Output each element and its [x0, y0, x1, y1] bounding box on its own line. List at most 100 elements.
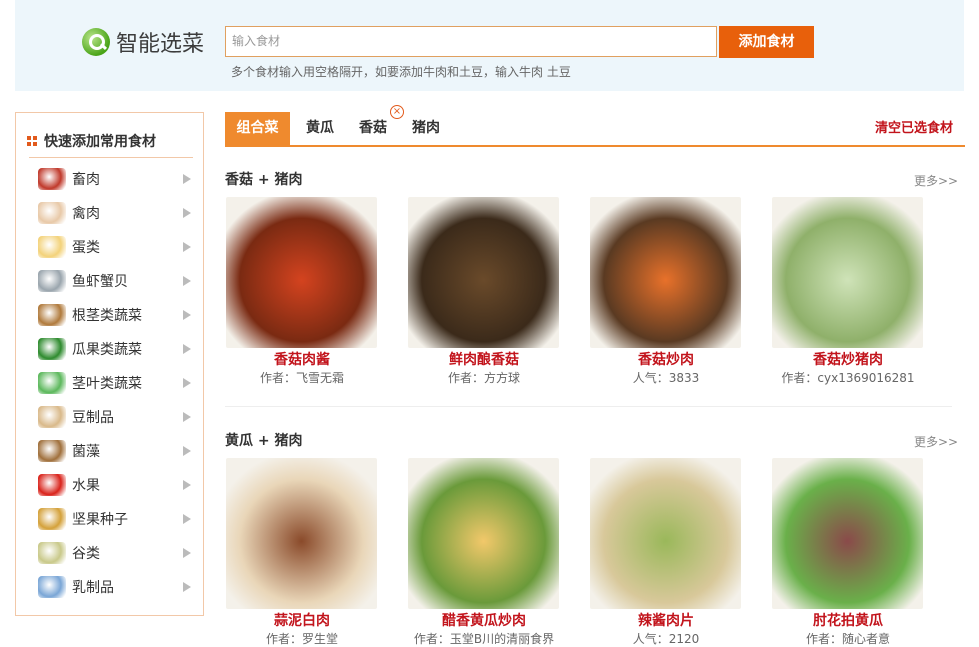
apple-icon: [38, 474, 66, 496]
more-link[interactable]: 更多>>: [914, 172, 958, 189]
sidebar-item[interactable]: 畜肉: [38, 165, 193, 193]
sidebar-item[interactable]: 蛋类: [38, 233, 193, 261]
recipe-card[interactable]: 香菇炒肉 人气：3833: [590, 197, 742, 386]
sidebar-item[interactable]: 豆制品: [38, 403, 193, 431]
sidebar-item[interactable]: 坚果种子: [38, 505, 193, 533]
tab-mushroom[interactable]: 香菇: [359, 112, 387, 145]
tab-cucumber[interactable]: 黄瓜: [306, 112, 334, 145]
sidebar-item[interactable]: 鱼虾蟹贝: [38, 267, 193, 295]
recipe-thumbnail[interactable]: [772, 197, 923, 348]
recipe-card[interactable]: 肘花拍黄瓜 作者：随心者意: [772, 458, 924, 647]
tofu-icon: [38, 406, 66, 428]
add-ingredient-button[interactable]: 添加食材: [719, 26, 814, 58]
recipe-thumbnail[interactable]: [226, 197, 377, 348]
egg-icon: [38, 236, 66, 258]
potato-icon: [38, 304, 66, 326]
recipe-card[interactable]: 香菇炒猪肉 作者：cyx1369016281: [772, 197, 924, 386]
cucumber-icon: [38, 338, 66, 360]
sidebar-item[interactable]: 谷类: [38, 539, 193, 567]
chevron-right-icon: [183, 310, 191, 320]
chevron-right-icon: [183, 480, 191, 490]
sidebar-item[interactable]: 禽肉: [38, 199, 193, 227]
recipe-meta: 作者：随心者意: [805, 632, 890, 646]
sidebar-item-label: 根茎类蔬菜: [72, 308, 142, 324]
sidebar-item-label: 豆制品: [72, 410, 114, 426]
ingredient-category-sidebar: 快速添加常用食材 畜肉禽肉蛋类鱼虾蟹贝根茎类蔬菜瓜果类蔬菜茎叶类蔬菜豆制品菌藻水…: [15, 112, 204, 616]
chevron-right-icon: [183, 378, 191, 388]
sidebar-item-label: 水果: [72, 478, 100, 494]
recipe-name[interactable]: 香菇炒肉: [590, 350, 742, 370]
sidebar-item-label: 瓜果类蔬菜: [72, 342, 142, 358]
recipe-meta: 作者：cyx1369016281: [781, 371, 915, 385]
recipe-name[interactable]: 鲜肉酿香菇: [408, 350, 560, 370]
recipe-meta: 人气：2120: [632, 632, 700, 646]
section-title: 香菇 + 猪肉: [225, 172, 303, 188]
chevron-right-icon: [183, 208, 191, 218]
logo-text: 智能选菜: [116, 32, 205, 57]
recipe-thumbnail[interactable]: [590, 458, 741, 609]
sidebar-title: 快速添加常用食材: [27, 131, 156, 151]
sidebar-item[interactable]: 根茎类蔬菜: [38, 301, 193, 329]
sidebar-item-label: 畜肉: [72, 172, 100, 188]
leafy-greens-icon: [38, 372, 66, 394]
meat-icon: [38, 168, 66, 190]
recipe-card[interactable]: 辣酱肉片 人气：2120: [590, 458, 742, 647]
remove-tab-close-icon[interactable]: ×: [390, 105, 404, 119]
recipe-name[interactable]: 香菇炒猪肉: [772, 350, 924, 370]
recipe-thumbnail[interactable]: [408, 458, 559, 609]
recipe-thumbnail[interactable]: [772, 458, 923, 609]
recipe-card[interactable]: 鲜肉酿香菇 作者：方方球: [408, 197, 560, 386]
sidebar-item[interactable]: 乳制品: [38, 573, 193, 601]
sidebar-item[interactable]: 水果: [38, 471, 193, 499]
sidebar-item-label: 菌藻: [72, 444, 100, 460]
sidebar-item[interactable]: 菌藻: [38, 437, 193, 465]
sidebar-title-label: 快速添加常用食材: [44, 134, 156, 150]
recipe-meta: 作者：飞雪无霜: [259, 371, 344, 385]
search-hint: 多个食材输入用空格隔开，如要添加牛肉和土豆，输入牛肉 土豆: [231, 65, 571, 79]
recipe-name[interactable]: 肘花拍黄瓜: [772, 611, 924, 631]
mushroom-icon: [38, 440, 66, 462]
sidebar-item[interactable]: 瓜果类蔬菜: [38, 335, 193, 363]
sidebar-item-label: 禽肉: [72, 206, 100, 222]
recipe-thumbnail[interactable]: [226, 458, 377, 609]
section-divider: [225, 406, 952, 407]
sidebar-item-label: 蛋类: [72, 240, 100, 256]
ingredient-search-input[interactable]: 输入食材: [225, 26, 717, 57]
recipe-thumbnail[interactable]: [590, 197, 741, 348]
recipe-card[interactable]: 醋香黄瓜炒肉 作者：玉堂B川的清丽食界: [408, 458, 560, 647]
recipe-meta: 作者：罗生堂: [265, 632, 338, 646]
recipe-meta: 作者：玉堂B川的清丽食界: [413, 632, 555, 646]
tab-pork[interactable]: 猪肉: [412, 112, 440, 145]
recipe-name[interactable]: 辣酱肉片: [590, 611, 742, 631]
selected-ingredient-tabs: 组合菜 黄瓜 香菇 × 猪肉 清空已选食材: [225, 105, 965, 147]
nuts-icon: [38, 508, 66, 530]
recipe-name[interactable]: 醋香黄瓜炒肉: [408, 611, 560, 631]
sidebar-divider: [29, 157, 193, 158]
sidebar-item-label: 鱼虾蟹贝: [72, 274, 128, 290]
recipe-meta: 人气：3833: [632, 371, 700, 385]
sidebar-item-label: 茎叶类蔬菜: [72, 376, 142, 392]
logo[interactable]: 智能选菜: [82, 26, 204, 58]
clear-selected-button[interactable]: 清空已选食材: [875, 112, 953, 145]
chevron-right-icon: [183, 548, 191, 558]
recipe-name[interactable]: 香菇肉酱: [226, 350, 378, 370]
chevron-right-icon: [183, 514, 191, 524]
recipe-thumbnail[interactable]: [408, 197, 559, 348]
recipe-card[interactable]: 香菇肉酱 作者：飞雪无霜: [226, 197, 378, 386]
sidebar-item-label: 坚果种子: [72, 512, 128, 528]
more-link[interactable]: 更多>>: [914, 433, 958, 450]
tab-combo[interactable]: 组合菜: [225, 112, 290, 145]
search-logo-icon: [82, 28, 110, 56]
recipe-card[interactable]: 蒜泥白肉 作者：罗生堂: [226, 458, 378, 647]
fish-icon: [38, 270, 66, 292]
poultry-icon: [38, 202, 66, 224]
sidebar-item[interactable]: 茎叶类蔬菜: [38, 369, 193, 397]
milk-icon: [38, 576, 66, 598]
recipe-meta: 作者：方方球: [447, 371, 520, 385]
chevron-right-icon: [183, 242, 191, 252]
recipe-name[interactable]: 蒜泥白肉: [226, 611, 378, 631]
grain-bowl-icon: [38, 542, 66, 564]
chevron-right-icon: [183, 174, 191, 184]
grid-icon: [27, 136, 37, 146]
chevron-right-icon: [183, 276, 191, 286]
